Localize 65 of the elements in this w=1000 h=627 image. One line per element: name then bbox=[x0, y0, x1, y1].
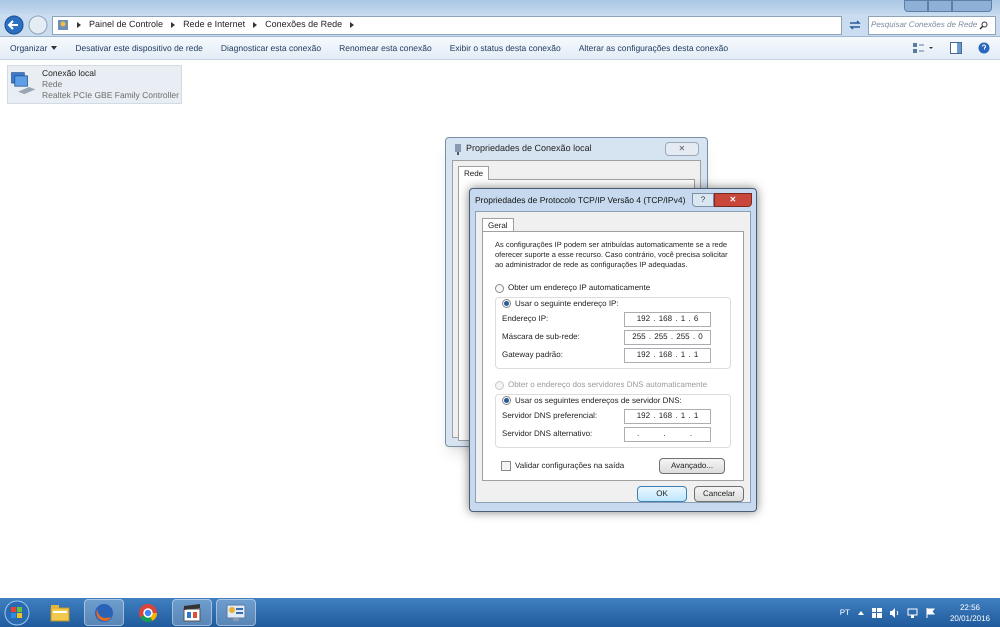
ip-address-field[interactable]: . . . bbox=[624, 426, 711, 442]
ip-address-field[interactable]: 255 . 255 . 255 . 0 bbox=[624, 330, 711, 344]
connection-name: Conexão local bbox=[42, 68, 97, 79]
radio-label: Usar os seguintes endereços de servidor DNS: bbox=[515, 394, 682, 406]
chevron-icon[interactable] bbox=[350, 22, 354, 28]
speaker-icon[interactable] bbox=[890, 608, 899, 618]
control-panel-icon bbox=[57, 19, 69, 31]
address-bar[interactable]: Painel de Controle Rede e Internet Conexões de Rede bbox=[52, 16, 842, 34]
dropdown-icon bbox=[51, 46, 58, 50]
cancel-button[interactable]: Cancelar bbox=[694, 486, 744, 502]
ok-button[interactable]: OK bbox=[637, 486, 687, 502]
radio-label: Usar o seguinte endereço IP: bbox=[515, 298, 619, 310]
back-icon[interactable] bbox=[4, 15, 24, 35]
breadcrumb[interactable]: Rede e Internet bbox=[183, 18, 246, 32]
toolbar-button[interactable]: Desativar este dispositivo de rede bbox=[75, 42, 203, 54]
close-button[interactable]: ✕ bbox=[714, 193, 752, 207]
checkbox-label: Validar configurações na saída bbox=[515, 460, 624, 472]
help-button[interactable]: ? bbox=[692, 193, 714, 207]
field-label: Servidor DNS alternativo: bbox=[502, 428, 594, 440]
toolbar-button[interactable]: Diagnosticar esta conexão bbox=[220, 42, 322, 54]
chevron-icon[interactable] bbox=[77, 22, 81, 28]
search-field[interactable]: Pesquisar Conexões de Rede bbox=[868, 16, 996, 34]
field-label: Máscara de sub-rede: bbox=[502, 331, 581, 343]
breadcrumb[interactable]: Painel de Controle bbox=[89, 18, 164, 32]
network-name: Rede bbox=[42, 79, 64, 90]
help-icon[interactable] bbox=[978, 42, 990, 54]
start-button[interactable] bbox=[2, 598, 32, 626]
language-indicator[interactable]: PT bbox=[840, 606, 850, 618]
network-icon[interactable] bbox=[906, 608, 918, 618]
radio-label: Obter o endereço dos servidores DNS automaticamente bbox=[508, 379, 708, 391]
breadcrumb[interactable]: Conexões de Rede bbox=[265, 18, 342, 32]
radio-label: Obter um endereço IP automaticamente bbox=[508, 282, 650, 294]
show-hidden-icons-icon[interactable] bbox=[858, 610, 864, 614]
dialog-title: Propriedades de Protocolo TCP/IP Versão 4 (TCP/IPv4) bbox=[475, 194, 686, 206]
adapter-name: Realtek PCIe GBE Family Controller bbox=[42, 90, 179, 101]
radio-button[interactable] bbox=[502, 396, 511, 405]
chevron-icon[interactable] bbox=[253, 22, 258, 28]
toolbar-button[interactable]: Organizar bbox=[10, 42, 58, 54]
network-adapter-icon bbox=[454, 143, 462, 155]
toolbar-button[interactable]: Renomear esta conexão bbox=[339, 42, 432, 54]
field-label: Servidor DNS preferencial: bbox=[502, 410, 598, 422]
ip-address-field[interactable]: 192 . 168 . 1 . 6 bbox=[624, 312, 711, 326]
chevron-icon[interactable] bbox=[171, 22, 176, 28]
checkbox[interactable] bbox=[501, 461, 511, 471]
view-options-icon[interactable] bbox=[912, 42, 934, 54]
radio-button[interactable] bbox=[502, 299, 511, 308]
clock[interactable]: 22:56 20/01/2016 bbox=[950, 602, 990, 624]
toolbar-button[interactable]: Exibir o status desta conexão bbox=[450, 42, 561, 54]
tab[interactable]: Rede bbox=[458, 166, 490, 180]
ip-address-field[interactable]: 192 . 168 . 1 . 1 bbox=[624, 348, 711, 362]
radio-button[interactable] bbox=[495, 284, 504, 292]
dialog-title: Propriedades de Conexão local bbox=[466, 142, 592, 156]
advanced-button[interactable]: Avançado... bbox=[659, 458, 725, 474]
flag-icon[interactable] bbox=[926, 608, 936, 618]
field-label: Endereço IP: bbox=[502, 313, 550, 325]
windows-flag-icon[interactable] bbox=[872, 608, 882, 618]
connection-item[interactable]: Conexão local Rede Realtek PCIe GBE Family Controller bbox=[7, 65, 182, 104]
close-button[interactable]: ✕ bbox=[665, 142, 699, 156]
preview-pane-icon[interactable] bbox=[950, 42, 962, 54]
taskbar-button[interactable] bbox=[172, 599, 212, 626]
search-icon[interactable] bbox=[979, 20, 988, 30]
ip-address-field[interactable]: 192 . 168 . 1 . 1 bbox=[624, 408, 711, 424]
tab[interactable]: Geral bbox=[482, 218, 514, 232]
field-label: Gateway padrão: bbox=[502, 349, 564, 361]
toolbar-button[interactable]: Alterar as configurações desta conexão bbox=[578, 42, 728, 54]
